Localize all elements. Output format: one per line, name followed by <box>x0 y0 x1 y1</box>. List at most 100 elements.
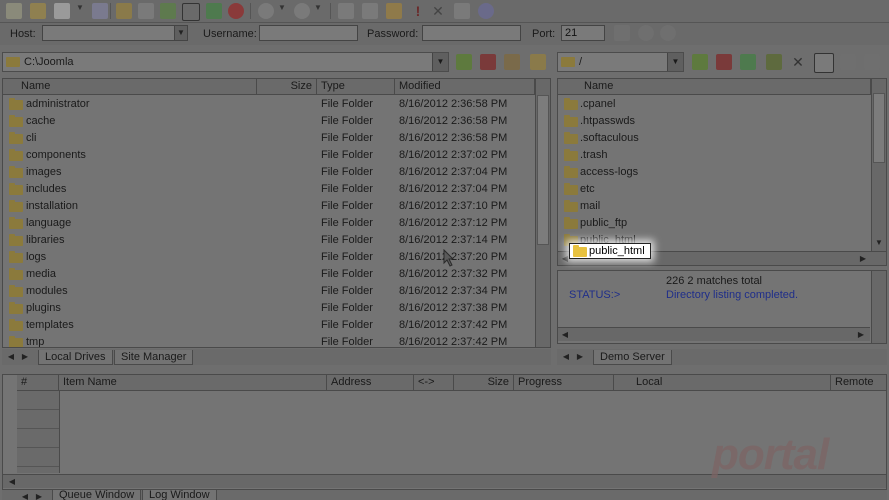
username-input[interactable] <box>259 25 358 41</box>
tab-log-window[interactable]: Log Window <box>142 490 217 500</box>
queue-column-address[interactable]: Address <box>327 375 414 391</box>
delete-icon[interactable]: ✕ <box>430 3 446 19</box>
queue-column-remote[interactable]: Remote <box>831 375 886 391</box>
refresh-icon[interactable] <box>740 54 756 70</box>
table-row[interactable]: images File Folder 8/16/2012 2:37:04 PM <box>3 164 535 181</box>
queue-column-size[interactable]: Size <box>454 375 514 391</box>
table-row[interactable]: includes File Folder 8/16/2012 2:37:04 PM <box>3 181 535 198</box>
status-hscrollbar[interactable]: ◀ ▶ <box>558 327 870 341</box>
queue-column-number[interactable]: # <box>17 375 59 391</box>
chevron-left-icon[interactable]: ◀ <box>5 475 19 489</box>
tab-site-manager[interactable]: Site Manager <box>114 350 194 365</box>
disconnect-icon[interactable] <box>638 25 654 41</box>
list-item[interactable]: access-logs <box>558 164 870 181</box>
list-item[interactable]: .trash <box>558 147 870 164</box>
details-view-icon[interactable] <box>814 53 834 73</box>
table-row[interactable]: libraries File Folder 8/16/2012 2:37:14 PM <box>3 232 535 249</box>
local-file-list[interactable]: Name Size Type Modified administrator Fil… <box>2 78 551 348</box>
chevron-right-icon[interactable]: ▶ <box>573 350 587 364</box>
list-item[interactable]: mail <box>558 198 870 215</box>
tab-queue-window[interactable]: Queue Window <box>52 490 142 500</box>
properties-icon[interactable] <box>362 3 378 19</box>
folder-open-icon[interactable] <box>530 54 546 70</box>
queue-column-item-name[interactable]: Item Name <box>59 375 327 391</box>
table-row[interactable]: installation File Folder 8/16/2012 2:37:10… <box>3 198 535 215</box>
remote-scrollbar[interactable]: ▼ <box>871 79 886 251</box>
scrollbar-thumb[interactable] <box>537 95 549 245</box>
table-row[interactable]: plugins File Folder 8/16/2012 2:37:38 PM <box>3 300 535 317</box>
table-row[interactable]: language File Folder 8/16/2012 2:37:12 PM <box>3 215 535 232</box>
folder-icon[interactable] <box>386 3 402 19</box>
column-size[interactable]: Size <box>257 79 317 95</box>
status-scrollbar[interactable] <box>871 271 886 343</box>
chevron-down-icon[interactable]: ▼ <box>314 3 322 19</box>
chevron-right-icon[interactable]: ▶ <box>856 252 870 265</box>
upload-icon[interactable] <box>294 3 310 19</box>
compare-icon[interactable] <box>138 3 154 19</box>
table-row[interactable]: templates File Folder 8/16/2012 2:37:42 PM <box>3 317 535 334</box>
column-type[interactable]: Type <box>317 79 395 95</box>
table-row[interactable]: modules File Folder 8/16/2012 2:37:34 PM <box>3 283 535 300</box>
chevron-right-icon[interactable]: ▶ <box>854 328 868 342</box>
list-item[interactable]: etc <box>558 181 870 198</box>
chevron-down-icon[interactable]: ▼ <box>76 3 84 19</box>
table-row[interactable]: media File Folder 8/16/2012 2:37:32 PM <box>3 266 535 283</box>
connect-icon[interactable] <box>6 3 22 19</box>
refresh-icon[interactable] <box>206 3 222 19</box>
table-row[interactable]: tmp File Folder 8/16/2012 2:37:42 PM <box>3 334 535 347</box>
table-row[interactable]: administrator File Folder 8/16/2012 2:36:5… <box>3 96 535 113</box>
help-icon[interactable] <box>478 3 494 19</box>
list-item[interactable]: .cpanel <box>558 96 870 113</box>
checklist-icon[interactable] <box>454 3 470 19</box>
alert-icon[interactable]: ! <box>410 3 426 19</box>
column-name[interactable]: Name <box>558 79 871 95</box>
local-scrollbar[interactable] <box>535 79 550 347</box>
chevron-down-icon[interactable]: ▼ <box>278 3 286 19</box>
new-folder-icon[interactable] <box>504 54 520 70</box>
password-input[interactable] <box>422 25 521 41</box>
tab-local-drives[interactable]: Local Drives <box>38 350 113 365</box>
bookmark-icon[interactable] <box>480 54 496 70</box>
remote-file-list[interactable]: Name .cpanel .htpasswds .softaculous .trash… <box>557 78 887 266</box>
list-item[interactable]: public_ftp <box>558 215 870 232</box>
chevron-right-icon[interactable]: ▶ <box>32 490 46 500</box>
scrollbar-thumb[interactable] <box>873 93 885 163</box>
table-row[interactable]: logs File Folder 8/16/2012 2:37:20 PM <box>3 249 535 266</box>
chevron-down-icon[interactable]: ▼ <box>667 53 683 71</box>
queue-column-local[interactable]: Local <box>614 375 831 391</box>
chevron-left-icon[interactable]: ◀ <box>18 490 32 500</box>
up-folder-icon[interactable] <box>692 54 708 70</box>
connect-button-icon[interactable] <box>614 25 630 41</box>
stop-icon[interactable] <box>228 3 244 19</box>
chevron-left-icon[interactable]: ◀ <box>4 350 18 364</box>
chevron-down-icon[interactable]: ▼ <box>432 53 448 71</box>
table-row[interactable]: cli File Folder 8/16/2012 2:36:58 PM <box>3 130 535 147</box>
tab-demo-server[interactable]: Demo Server <box>593 350 672 365</box>
queue-column-progress[interactable]: Progress <box>514 375 614 391</box>
folder-icon[interactable] <box>864 54 880 70</box>
bookmark-icon[interactable] <box>716 54 732 70</box>
download-icon[interactable] <box>258 3 274 19</box>
queue-column-direction[interactable]: <-> <box>414 375 454 391</box>
table-row[interactable]: cache File Folder 8/16/2012 2:36:58 PM <box>3 113 535 130</box>
chevron-left-icon[interactable]: ◀ <box>559 350 573 364</box>
delete-icon[interactable]: ✕ <box>790 54 806 70</box>
chevron-left-icon[interactable]: ◀ <box>558 328 572 342</box>
remote-path-combo[interactable]: / ▼ <box>557 52 684 72</box>
chevron-right-icon[interactable]: ▶ <box>18 350 32 364</box>
compare-icon[interactable] <box>840 54 856 70</box>
local-path-combo[interactable]: C:\Joomla ▼ <box>2 52 449 72</box>
sync-icon[interactable] <box>160 3 176 19</box>
list-item[interactable]: .softaculous <box>558 130 870 147</box>
column-name[interactable]: Name <box>3 79 257 95</box>
port-input[interactable] <box>561 25 605 41</box>
reconnect-icon[interactable] <box>660 25 676 41</box>
chevron-down-icon[interactable]: ▼ <box>872 236 886 250</box>
table-row[interactable]: components File Folder 8/16/2012 2:37:02 P… <box>3 147 535 164</box>
quick-connect-icon[interactable] <box>30 3 46 19</box>
up-folder-icon[interactable] <box>456 54 472 70</box>
column-modified[interactable]: Modified <box>395 79 535 95</box>
url-icon[interactable] <box>182 3 200 21</box>
edit-icon[interactable] <box>116 3 132 19</box>
list-item[interactable]: .htpasswds <box>558 113 870 130</box>
